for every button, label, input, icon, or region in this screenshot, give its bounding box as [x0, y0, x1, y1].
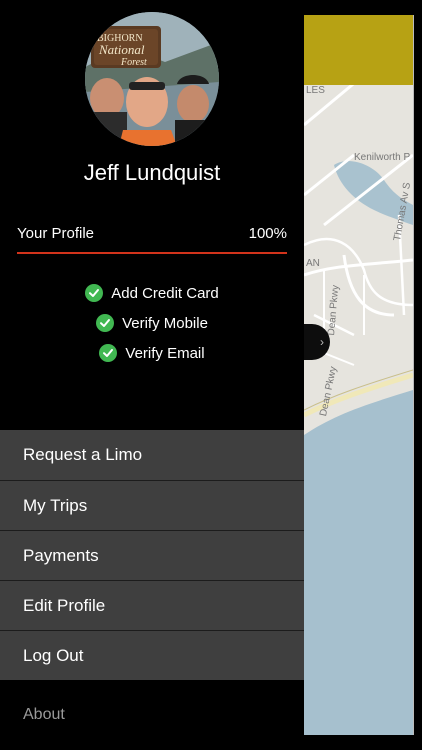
check-icon	[85, 284, 104, 302]
checklist-label: Verify Mobile	[122, 314, 208, 332]
menu-item-log-out[interactable]: Log Out	[0, 630, 304, 680]
checklist-label: Add Credit Card	[111, 284, 219, 302]
about-link[interactable]: About	[23, 706, 65, 724]
profile-label: Your Profile	[17, 225, 94, 242]
profile-progress-fill	[17, 252, 287, 254]
menu-item-request-limo[interactable]: Request a Limo	[0, 430, 304, 480]
map-label: Kenilworth P	[354, 152, 411, 163]
map-view[interactable]: LES Kenilworth P Thomas Av S AN Dean Pkw…	[304, 15, 414, 735]
checklist-item: Verify Email	[0, 338, 304, 368]
checklist-item: Verify Mobile	[0, 308, 304, 338]
checklist-label: Verify Email	[125, 344, 205, 362]
profile-progress-bar	[17, 252, 287, 254]
checklist: Add Credit Card Verify Mobile Verify Ema…	[0, 278, 304, 368]
side-drawer: BIGHORN National Forest Jeff Lundquist Y…	[0, 0, 304, 750]
profile-completion-row: Your Profile 100%	[17, 225, 287, 242]
profile-percent: 100%	[248, 225, 287, 242]
map-label: AN	[306, 258, 320, 269]
drawer-menu: Request a Limo My Trips Payments Edit Pr…	[0, 430, 304, 680]
menu-item-my-trips[interactable]: My Trips	[0, 480, 304, 530]
checklist-item: Add Credit Card	[0, 278, 304, 308]
avatar-sign-line2: National	[98, 42, 145, 57]
map-label: LES	[306, 85, 325, 96]
check-icon	[99, 344, 118, 362]
check-icon	[96, 314, 115, 332]
menu-item-edit-profile[interactable]: Edit Profile	[0, 580, 304, 630]
menu-item-payments[interactable]: Payments	[0, 530, 304, 580]
map-graphic	[304, 73, 413, 735]
chevron-right-icon: ›	[320, 335, 324, 349]
avatar-photo: BIGHORN National Forest	[85, 12, 219, 146]
user-name: Jeff Lundquist	[83, 160, 221, 185]
avatar[interactable]: BIGHORN National Forest	[85, 12, 219, 146]
avatar-sign-line3: Forest	[120, 57, 147, 68]
map-header-bar	[304, 15, 413, 85]
